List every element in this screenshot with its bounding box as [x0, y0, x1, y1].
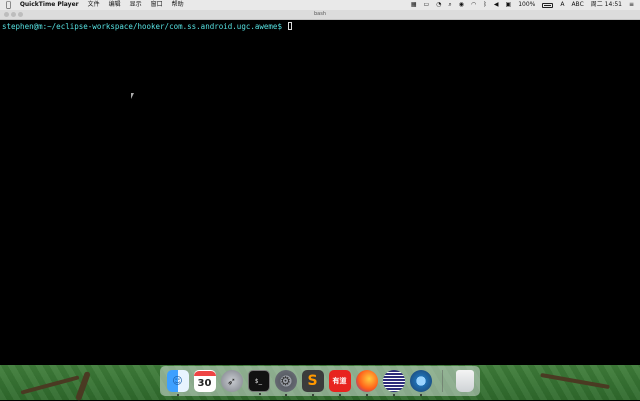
eclipse-icon[interactable] [382, 370, 405, 396]
sublime-text-icon[interactable]: S [301, 370, 324, 396]
battery-percent[interactable]: 100% [518, 0, 535, 10]
display-icon[interactable]: ▣ [506, 0, 512, 10]
quicktime-icon[interactable] [409, 370, 432, 396]
mouse-pointer-icon [131, 93, 134, 99]
text-cursor [288, 22, 293, 30]
apple-menu-icon[interactable]:  [6, 0, 11, 10]
dock-separator [442, 370, 443, 392]
wallpaper-branch [20, 375, 80, 395]
notification-center-icon[interactable]: ≡ [629, 0, 634, 10]
youdao-label: 有道 [332, 377, 347, 385]
battery-icon[interactable] [542, 2, 554, 8]
volume-icon[interactable]: ◀ [494, 0, 499, 10]
status-app-icon[interactable]: ▦ [411, 0, 417, 10]
terminal-titlebar[interactable]: bash [0, 10, 640, 20]
menu-help[interactable]: 帮助 [172, 0, 184, 10]
calendar-day: 30 [197, 378, 212, 389]
menu-edit[interactable]: 编辑 [109, 0, 121, 10]
status-time-machine-icon[interactable]: ◔ [436, 0, 441, 10]
trash-icon[interactable] [455, 370, 474, 392]
menu-view[interactable]: 显示 [130, 0, 142, 10]
terminal-title: bash [313, 11, 326, 17]
wifi-icon[interactable]: ◠ [471, 0, 476, 10]
user-icon[interactable]: ◉ [459, 0, 464, 10]
terminal-icon[interactable]: $_ [247, 370, 270, 395]
status-screen-icon[interactable]: ▭ [423, 0, 429, 10]
calendar-icon[interactable]: 30 [193, 370, 216, 392]
bluetooth-icon[interactable]: ᛒ [483, 0, 487, 10]
youdao-dict-icon[interactable]: 有道 [328, 370, 351, 396]
input-source-label[interactable]: ABC [571, 0, 583, 10]
system-preferences-icon[interactable]: ⚙ [274, 370, 297, 396]
terminal-content[interactable]: stephen@m:~/eclipse-workspace/hooker/com… [0, 20, 640, 365]
menu-app-name[interactable]: QuickTime Player [20, 0, 79, 10]
prompt-text: stephen@m:~/eclipse-workspace/hooker/com… [2, 22, 287, 31]
menu-bar:  QuickTime Player 文件 编辑 显示 窗口 帮助 ▦ ▭ ◔ … [0, 0, 640, 10]
terminal-prompt: stephen@m:~/eclipse-workspace/hooker/com… [2, 22, 293, 32]
menu-window[interactable]: 窗口 [151, 0, 163, 10]
clock[interactable]: 周二 14:51 [591, 0, 622, 10]
input-method-icon[interactable]: A [560, 0, 564, 10]
firefox-icon[interactable] [355, 370, 378, 396]
spotlight-search-icon[interactable]: ⌕ [448, 0, 451, 10]
wallpaper-branch [540, 372, 610, 390]
finder-icon[interactable]: ☺ [166, 370, 189, 396]
menu-file[interactable]: 文件 [88, 0, 100, 10]
launchpad-icon[interactable]: ➶ [220, 370, 243, 392]
dock: ☺ 30 ➶ $_ ⚙ S 有道 [160, 366, 480, 396]
